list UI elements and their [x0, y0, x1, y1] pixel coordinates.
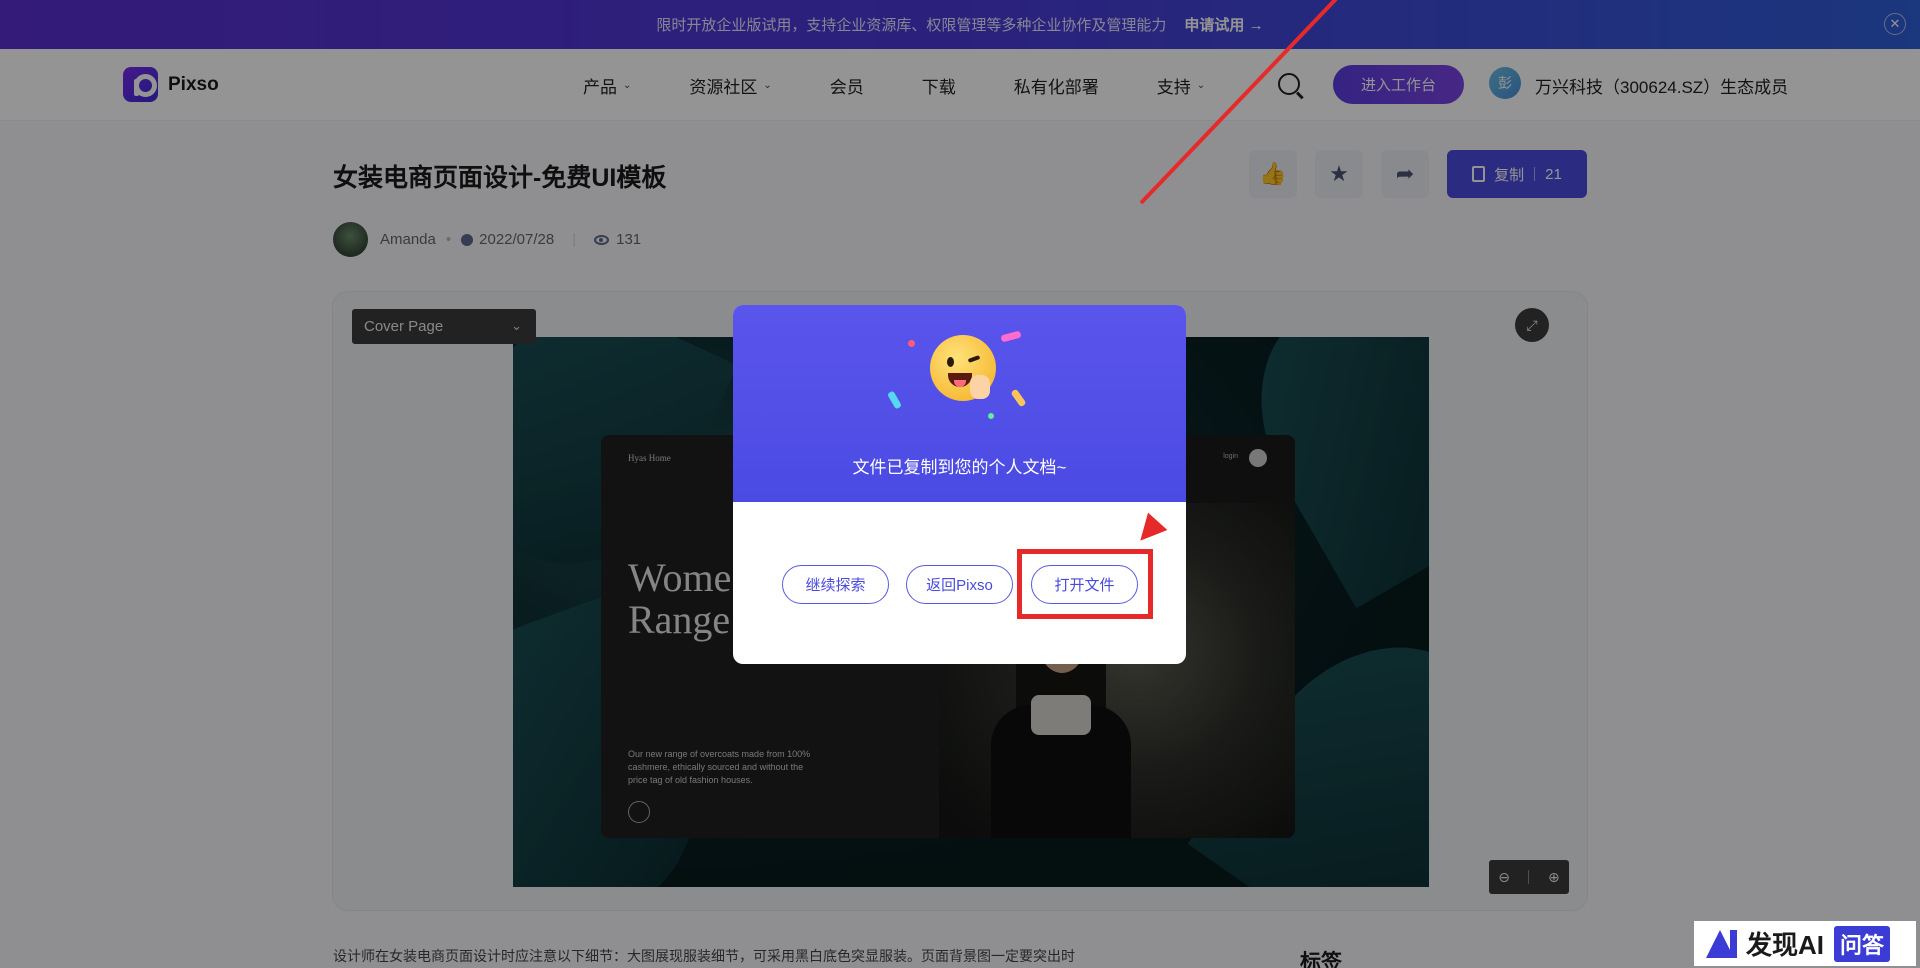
- wink-emoji-icon: [930, 335, 996, 401]
- annotation-highlight-box: [1017, 549, 1153, 619]
- continue-explore-button[interactable]: 继续探索: [782, 565, 889, 604]
- modal-header: 文件已复制到您的个人文档~: [733, 305, 1186, 502]
- modal-message: 文件已复制到您的个人文档~: [852, 458, 1067, 477]
- ai-logo-icon: [1702, 928, 1742, 960]
- confetti-decoration: [886, 390, 903, 410]
- confetti-decoration: [908, 340, 915, 347]
- confetti-decoration: [988, 413, 994, 419]
- watermark-tag: 问答: [1834, 925, 1891, 962]
- confetti-decoration: [1010, 388, 1027, 408]
- confetti-decoration: [1000, 330, 1022, 343]
- watermark-text: 发现AI: [1746, 930, 1825, 960]
- back-to-pixso-button[interactable]: 返回Pixso: [906, 565, 1013, 604]
- watermark: 发现AI 问答: [1694, 921, 1916, 966]
